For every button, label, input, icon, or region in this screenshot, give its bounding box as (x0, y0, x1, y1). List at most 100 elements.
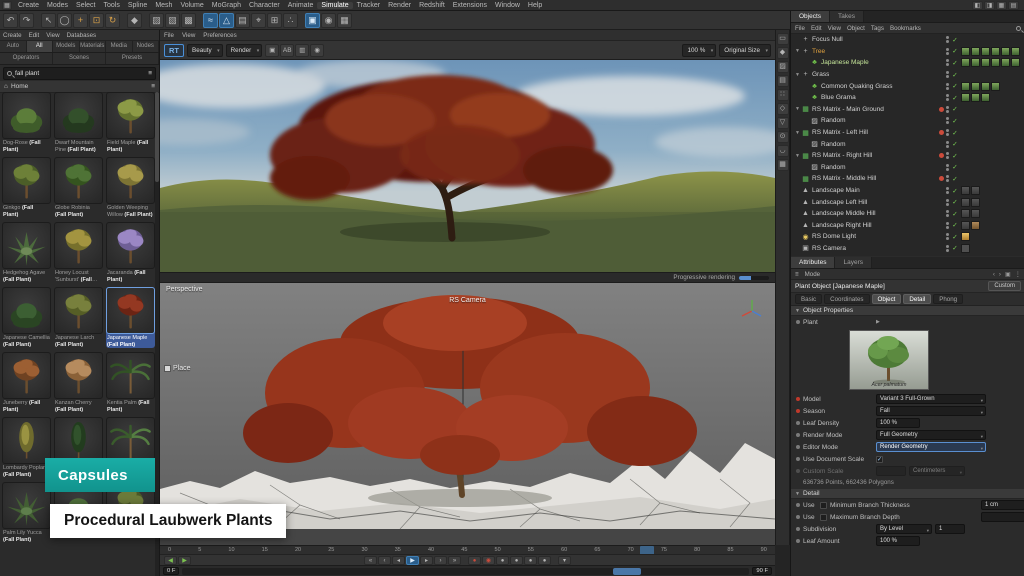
texture-tag[interactable] (971, 198, 980, 207)
om-row[interactable]: ▨Random✓ (791, 115, 1024, 127)
enable-check-icon[interactable]: ✓ (951, 129, 959, 137)
enable-check-icon[interactable]: ✓ (951, 82, 959, 90)
manager-tab-takes[interactable]: Takes (830, 11, 864, 22)
texture-mode-icon[interactable]: ▨ (777, 61, 789, 73)
asset-item[interactable]: Golden Weeping Willow (Fall Plant) (106, 157, 155, 218)
editor-visibility-dot[interactable] (946, 71, 949, 74)
anim-dot[interactable] (796, 515, 800, 519)
om-row[interactable]: ▲Landscape Left Hill✓ (791, 196, 1024, 208)
menu-tracker[interactable]: Tracker (353, 2, 384, 9)
menu-window[interactable]: Window (491, 2, 524, 9)
menu-rv-preferences[interactable]: Preferences (203, 32, 236, 39)
texture-tag[interactable] (961, 93, 970, 102)
menu-modes[interactable]: Modes (43, 2, 72, 9)
asset-tab-auto[interactable]: Auto (0, 41, 27, 52)
menu-spline[interactable]: Spline (124, 2, 151, 9)
redo-icon[interactable]: ↷ (19, 13, 34, 28)
asset-item[interactable]: Lombardy Poplar (Fall Plant) (2, 417, 51, 478)
app-icon[interactable]: ▦ (2, 1, 12, 10)
render-view-icon[interactable]: ▨ (149, 13, 164, 28)
asset-item[interactable]: Kanzan Cherry (Fall Plant) (54, 352, 103, 413)
mode-menu[interactable]: Mode (805, 271, 820, 278)
min-branch-thickness-field[interactable]: 1 cm (981, 500, 1024, 510)
edges-mode-icon[interactable]: ◇ (777, 103, 789, 115)
attr-tab-basic[interactable]: Basic (795, 294, 822, 304)
texture-tag[interactable] (991, 82, 1000, 91)
visibility-dots[interactable] (946, 94, 949, 101)
editor-visibility-dot[interactable] (946, 175, 949, 178)
collapse-icon[interactable]: ▼ (795, 491, 800, 497)
asset-item[interactable]: Juneberry (Fall Plant) (2, 352, 51, 413)
record-scale-button[interactable]: ● (510, 556, 523, 565)
asset-tab-materials[interactable]: Materials (80, 41, 107, 52)
render-visibility-dot[interactable] (946, 179, 949, 182)
render-visibility-dot[interactable] (946, 156, 949, 159)
om-row[interactable]: ♣Blue Grama✓ (791, 92, 1024, 104)
asset-tab-nodes[interactable]: Nodes (133, 41, 160, 52)
render-visibility-dot[interactable] (946, 63, 949, 66)
back-icon[interactable]: ‹ (993, 271, 995, 278)
attr-manager-tab-layers[interactable]: Layers (835, 257, 872, 268)
attr-manager-tab-attributes[interactable]: Attributes (791, 257, 835, 268)
attr-tab-phong[interactable]: Phong (933, 294, 963, 304)
quantize-icon[interactable]: ∴ (283, 13, 298, 28)
menu-create[interactable]: Create (14, 2, 43, 9)
menu-tools[interactable]: Tools (100, 2, 124, 9)
fields-icon[interactable]: △ (219, 13, 234, 28)
asset-sub-tab-presets[interactable]: Presets (106, 53, 159, 64)
om-row[interactable]: ▼+Tree✓ (791, 46, 1024, 58)
visibility-dots[interactable] (946, 48, 949, 55)
editor-visibility-dot[interactable] (946, 36, 949, 39)
asset-tab-media[interactable]: Media (106, 41, 133, 52)
mograph-color-dot[interactable] (939, 176, 944, 181)
asset-item[interactable]: Japanese Maple (Fall Plant) (106, 287, 155, 348)
leaf-amount-field[interactable]: 100 % (876, 536, 920, 546)
enable-check-icon[interactable]: ✓ (951, 187, 959, 195)
enable-check-icon[interactable]: ✓ (951, 71, 959, 79)
visibility-dots[interactable] (946, 83, 949, 90)
enable-check-icon[interactable]: ✓ (951, 198, 959, 206)
play-button[interactable]: ▶ (406, 556, 419, 565)
next-key-button[interactable]: › (434, 556, 447, 565)
custom-button[interactable]: Custom (988, 281, 1021, 291)
anim-dot[interactable] (796, 397, 800, 401)
om-row[interactable]: ▨Random✓ (791, 162, 1024, 174)
texture-tag[interactable] (961, 58, 970, 67)
menu-mograph[interactable]: MoGraph (208, 2, 245, 9)
texture-tag[interactable] (971, 221, 980, 230)
enable-check-icon[interactable]: ✓ (951, 105, 959, 113)
render-visibility-dot[interactable] (946, 226, 949, 229)
editor-visibility-dot[interactable] (946, 187, 949, 190)
texture-tag[interactable] (1001, 58, 1010, 67)
snap-icon[interactable]: ⌖ (251, 13, 266, 28)
texture-tag[interactable] (961, 209, 970, 218)
editor-visibility-dot[interactable] (946, 94, 949, 97)
goto-end-button[interactable]: » (448, 556, 461, 565)
menu-ab-view[interactable]: View (46, 32, 59, 39)
asset-item[interactable]: Field Maple (Fall Plant) (106, 92, 155, 153)
season-dropdown[interactable]: Fall (876, 406, 986, 416)
menu-rv-view[interactable]: View (182, 32, 195, 39)
visibility-dots[interactable] (946, 152, 949, 159)
texture-tag[interactable] (981, 82, 990, 91)
layout-panel-icon[interactable]: ◧ (972, 1, 983, 10)
live-selection-icon[interactable]: ◯ (57, 13, 72, 28)
render-visibility-dot[interactable] (946, 203, 949, 206)
enable-check-icon[interactable]: ✓ (951, 94, 959, 102)
use-document-scale-checkbox[interactable] (876, 456, 883, 463)
polygons-mode-icon[interactable]: ▽ (777, 117, 789, 129)
enable-check-icon[interactable]: ✓ (951, 210, 959, 218)
collapse-icon[interactable]: ▼ (795, 308, 800, 314)
forward-icon[interactable]: › (999, 271, 1001, 278)
editor-visibility-dot[interactable] (946, 48, 949, 51)
editor-visibility-dot[interactable] (946, 117, 949, 120)
render-visibility-dot[interactable] (946, 214, 949, 217)
mograph-color-dot[interactable] (939, 130, 944, 135)
viewport-view-label[interactable]: Perspective (166, 286, 203, 293)
asset-item[interactable]: Globe Robinia (Fall Plant) (54, 157, 103, 218)
om-row[interactable]: +Focus Null✓ (791, 34, 1024, 46)
om-row[interactable]: ▲Landscape Middle Hill✓ (791, 208, 1024, 220)
menu-simulate[interactable]: Simulate (317, 2, 352, 9)
enable-check-icon[interactable]: ✓ (951, 221, 959, 229)
texture-tag[interactable] (981, 47, 990, 56)
